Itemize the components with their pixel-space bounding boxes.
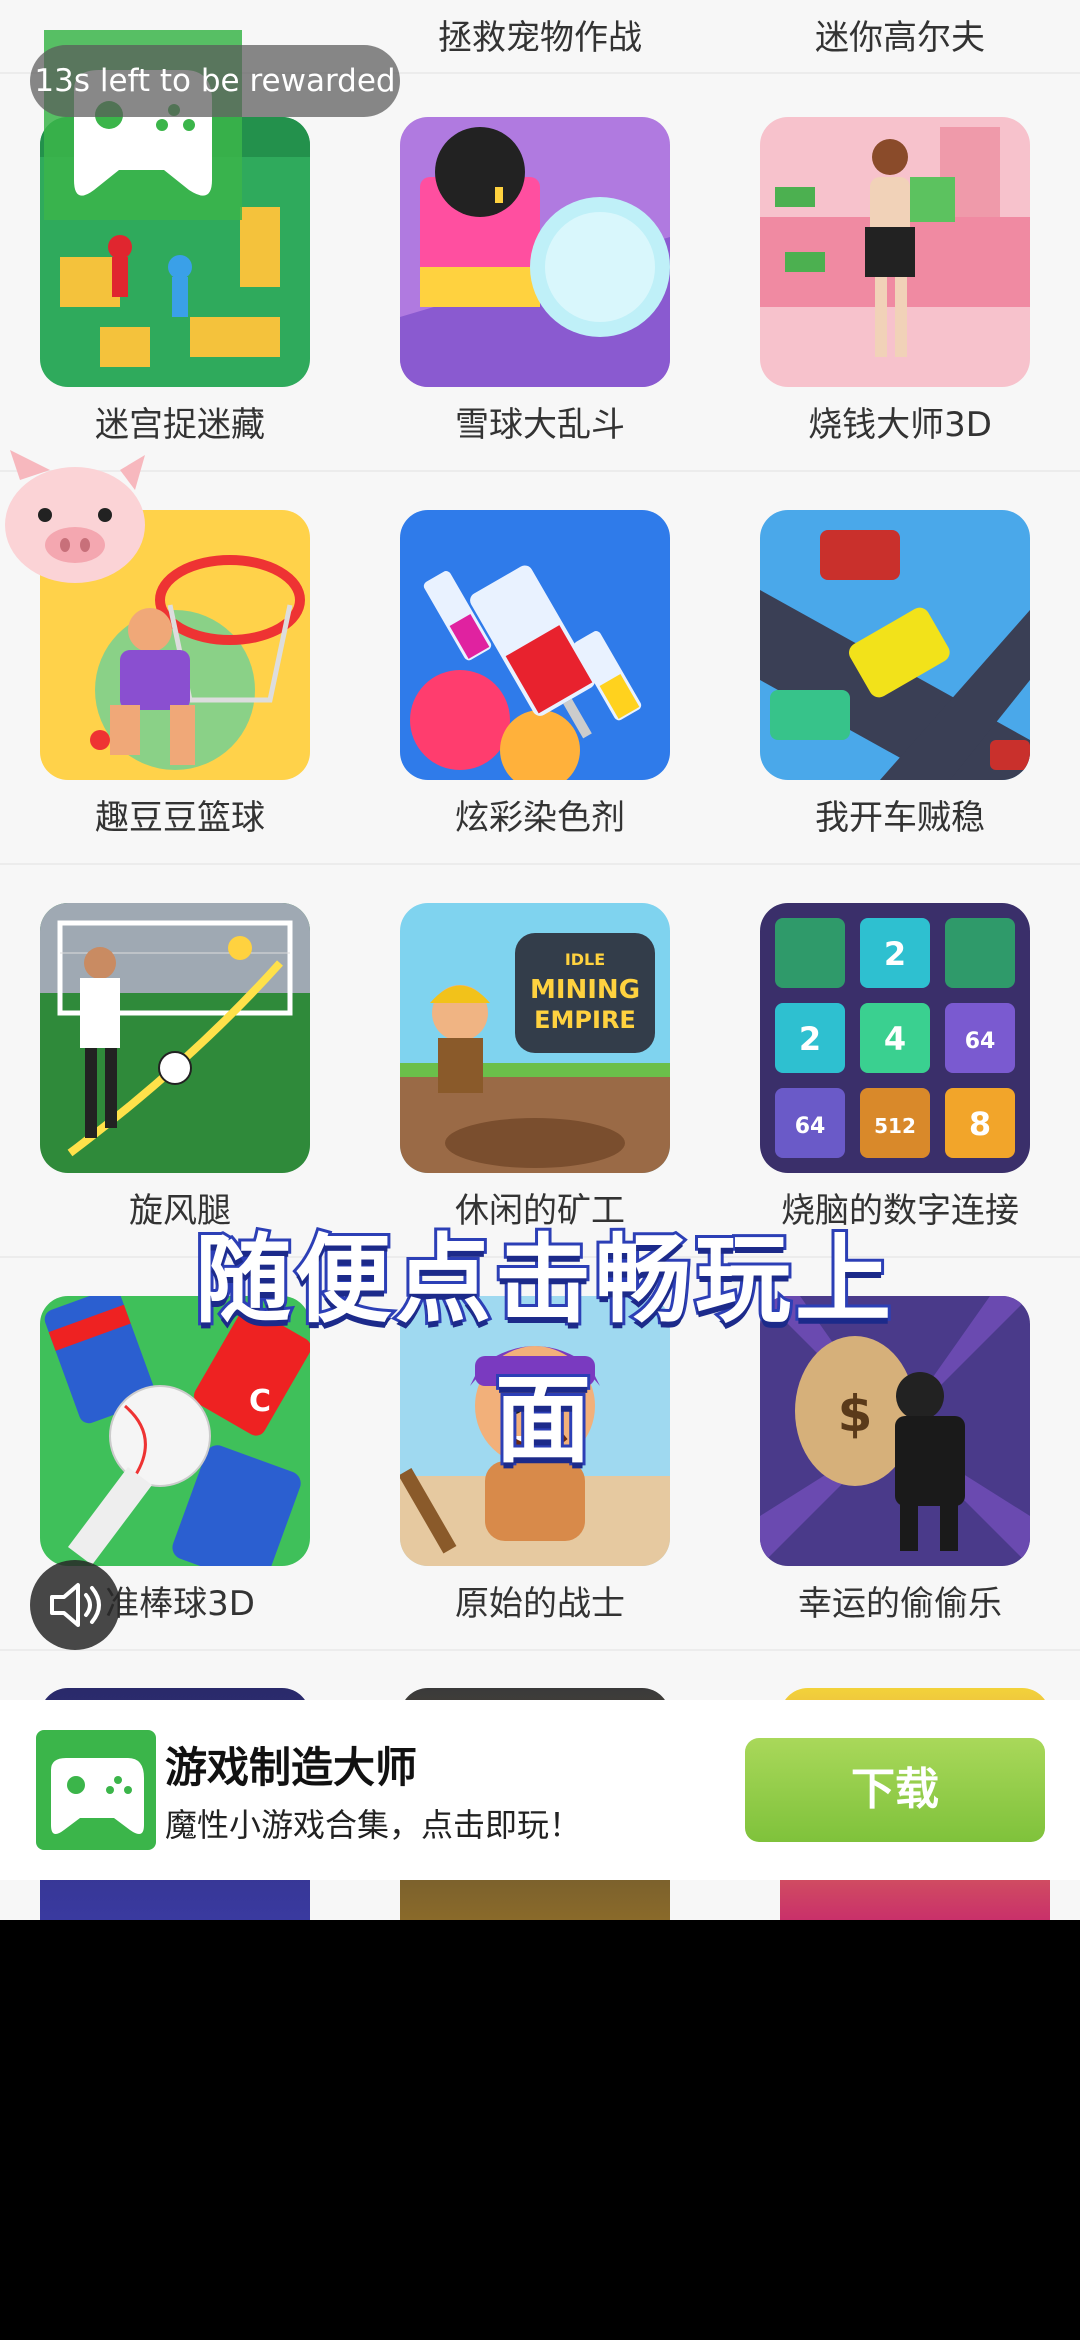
game-thumbnail	[400, 510, 670, 780]
can-letter: C	[249, 1384, 271, 1419]
letterbox	[0, 1920, 1080, 2340]
app-icon[interactable]	[36, 1730, 156, 1850]
mining-idle-text: IDLE	[565, 950, 605, 969]
game-card-driving[interactable]: 我开车贼稳	[720, 490, 1080, 883]
money-sign: $	[838, 1385, 873, 1443]
app-title: 游戏制造大师	[165, 1743, 418, 1792]
game-thumbnail	[400, 117, 670, 387]
game-card-dye[interactable]: 炫彩染色剂	[360, 490, 720, 883]
tile-number: 64	[965, 1029, 996, 1054]
tile-number: 512	[874, 1114, 916, 1138]
speaker-icon	[50, 1583, 101, 1627]
game-label: 雪球大乱斗	[455, 405, 625, 445]
tile-number: 2	[799, 1020, 821, 1058]
game-label: 我开车贼稳	[815, 798, 985, 838]
mining-title-text: EMPIRE	[534, 1006, 636, 1034]
tile-number: 4	[884, 1020, 906, 1058]
volume-button[interactable]	[30, 1560, 120, 1650]
game-thumbnail: IDLE MINING EMPIRE	[400, 903, 670, 1173]
reward-countdown: 13s left to be rewarded	[30, 45, 400, 117]
game-label: 趣豆豆篮球	[95, 798, 265, 838]
app-description: 魔性小游戏合集，点击即玩！	[165, 1806, 582, 1844]
tile-number: 2	[884, 935, 906, 973]
game-label: 原始的战士	[455, 1584, 625, 1624]
divider	[0, 863, 1080, 865]
divider	[0, 470, 1080, 472]
ad-video[interactable]: 拯救宠物作战 迷你高尔夫 迷宫捉迷藏 雪球大乱斗 烧钱大师3D 趣豆豆篮球 炫彩…	[0, 0, 1080, 1920]
tile-number: 64	[795, 1114, 826, 1139]
game-label: 拯救宠物作战	[438, 18, 642, 58]
game-label: 迷你高尔夫	[815, 18, 985, 58]
tile-number: 8	[969, 1105, 991, 1143]
game-label: 幸运的偷偷乐	[798, 1584, 1002, 1624]
download-button[interactable]: 下载	[745, 1738, 1045, 1842]
game-card-money[interactable]: 烧钱大师3D	[720, 97, 1080, 490]
game-thumbnail	[760, 117, 1030, 387]
ad-card[interactable]: 游戏制造大师 魔性小游戏合集，点击即玩！ 下载	[0, 1700, 1080, 1880]
banner-text: 随便点击畅玩上面	[192, 1221, 895, 1479]
game-thumbnail	[760, 510, 1030, 780]
pig-sticker	[0, 450, 150, 590]
game-label: 烧钱大师3D	[808, 405, 992, 445]
gamepad-icon	[51, 1758, 144, 1834]
promo-banner: 随便点击畅玩上面	[150, 1210, 940, 1479]
game-label: 炫彩染色剂	[455, 798, 625, 838]
game-card-snowball[interactable]: 雪球大乱斗	[360, 97, 720, 490]
game-thumbnail: 2 2 4 64 64 512 8	[760, 903, 1030, 1173]
game-label: 迷宫捉迷藏	[95, 405, 265, 445]
game-thumbnail	[40, 903, 310, 1173]
mining-title-text: MINING	[530, 975, 640, 1005]
divider	[0, 1649, 1080, 1651]
